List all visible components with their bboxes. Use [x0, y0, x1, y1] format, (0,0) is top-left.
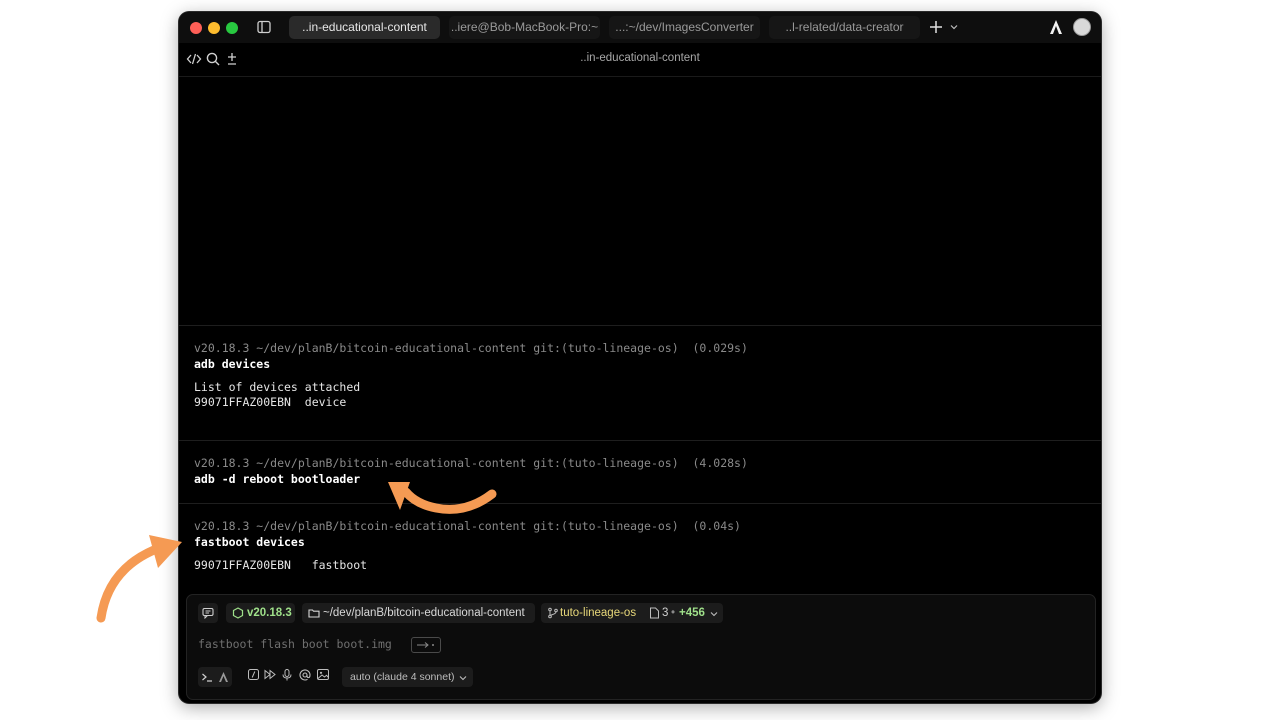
accept-suggestion-hint	[411, 637, 441, 653]
minimize-window-button[interactable]	[208, 22, 220, 34]
git-branch-label: tuto-lineage-os	[560, 607, 637, 619]
sidebar-icon[interactable]	[257, 20, 271, 34]
image-attach-icon[interactable]	[317, 669, 329, 680]
model-selector-label: auto (claude 4 sonnet)	[350, 671, 455, 683]
file-icon	[650, 607, 659, 619]
block-meta: v20.18.3 ~/dev/planB/bitcoin-educational…	[194, 341, 748, 355]
pane-toolbar: ..in-educational-content	[179, 43, 1101, 77]
agent-icon	[219, 672, 228, 682]
avatar[interactable]	[1073, 18, 1091, 36]
block-meta: v20.18.3 ~/dev/planB/bitcoin-educational…	[194, 456, 748, 470]
chevron-down-icon[interactable]	[950, 23, 958, 31]
microphone-icon[interactable]	[282, 669, 292, 681]
arrow-right-icon	[417, 642, 434, 648]
mode-toggle[interactable]	[198, 667, 232, 687]
node-icon	[232, 607, 244, 619]
block-command: adb -d reboot bootloader	[194, 472, 361, 486]
command-input-field[interactable]: fastboot flash boot boot.img	[198, 637, 392, 651]
node-version-label: v20.18.3	[247, 607, 292, 619]
block-command: adb devices	[194, 357, 271, 371]
close-window-button[interactable]	[190, 22, 202, 34]
plus-icon[interactable]	[929, 20, 943, 34]
block-output-line: List of devices attached	[194, 380, 361, 394]
chevron-down-icon	[459, 676, 467, 681]
at-mention-icon[interactable]	[299, 669, 311, 681]
annotation-arrow-right	[388, 482, 497, 514]
maximize-window-button[interactable]	[226, 22, 238, 34]
node-version-chip[interactable]: v20.18.3	[226, 603, 295, 623]
command-block-3[interactable]: v20.18.3 ~/dev/planB/bitcoin-educational…	[179, 504, 1101, 592]
command-block-1[interactable]: v20.18.3 ~/dev/planB/bitcoin-educational…	[179, 326, 1101, 440]
terminal-prompt-icon	[202, 673, 212, 682]
directory-label: ~/dev/planB/bitcoin-educational-content	[323, 607, 525, 619]
command-input-panel[interactable]: v20.18.3 ~/dev/planB/bitcoin-educational…	[186, 594, 1096, 700]
conversation-button[interactable]	[198, 603, 218, 623]
title-bar: ..in-educational-content ..iere@Bob-MacB…	[179, 12, 1101, 43]
fast-forward-icon[interactable]	[264, 669, 276, 680]
annotation-arrow-left	[96, 535, 182, 623]
command-block-2[interactable]: v20.18.3 ~/dev/planB/bitcoin-educational…	[179, 441, 1101, 503]
folder-icon	[308, 609, 320, 618]
chat-bubble-icon	[202, 607, 214, 619]
terminal-window: ..in-educational-content ..iere@Bob-MacB…	[179, 12, 1101, 703]
chevron-down-icon	[710, 612, 718, 617]
git-branch-icon	[548, 607, 558, 619]
tab-1[interactable]: ..in-educational-content	[289, 16, 440, 39]
model-selector[interactable]: auto (claude 4 sonnet)	[342, 667, 473, 687]
changes-added: +456	[679, 607, 705, 619]
slash-command-icon[interactable]	[248, 669, 259, 680]
block-output-line: 99071FFAZ00EBN fastboot	[194, 558, 368, 572]
block-output-line: 99071FFAZ00EBN device	[194, 395, 347, 409]
block-command: fastboot devices	[194, 535, 305, 549]
tab-3[interactable]: ...:~/dev/ImagesConverter	[609, 16, 760, 39]
git-branch-chip[interactable]: tuto-lineage-os 3 • +456	[541, 603, 723, 623]
pane-title: ..in-educational-content	[580, 52, 700, 64]
tab-4[interactable]: ..l-related/data-creator	[769, 16, 920, 39]
changes-separator: •	[671, 607, 676, 619]
warp-logo-icon[interactable]	[1048, 19, 1064, 35]
tab-2[interactable]: ..iere@Bob-MacBook-Pro:~	[449, 16, 600, 39]
changes-count: 3	[662, 607, 669, 619]
directory-chip[interactable]: ~/dev/planB/bitcoin-educational-content	[302, 603, 535, 623]
